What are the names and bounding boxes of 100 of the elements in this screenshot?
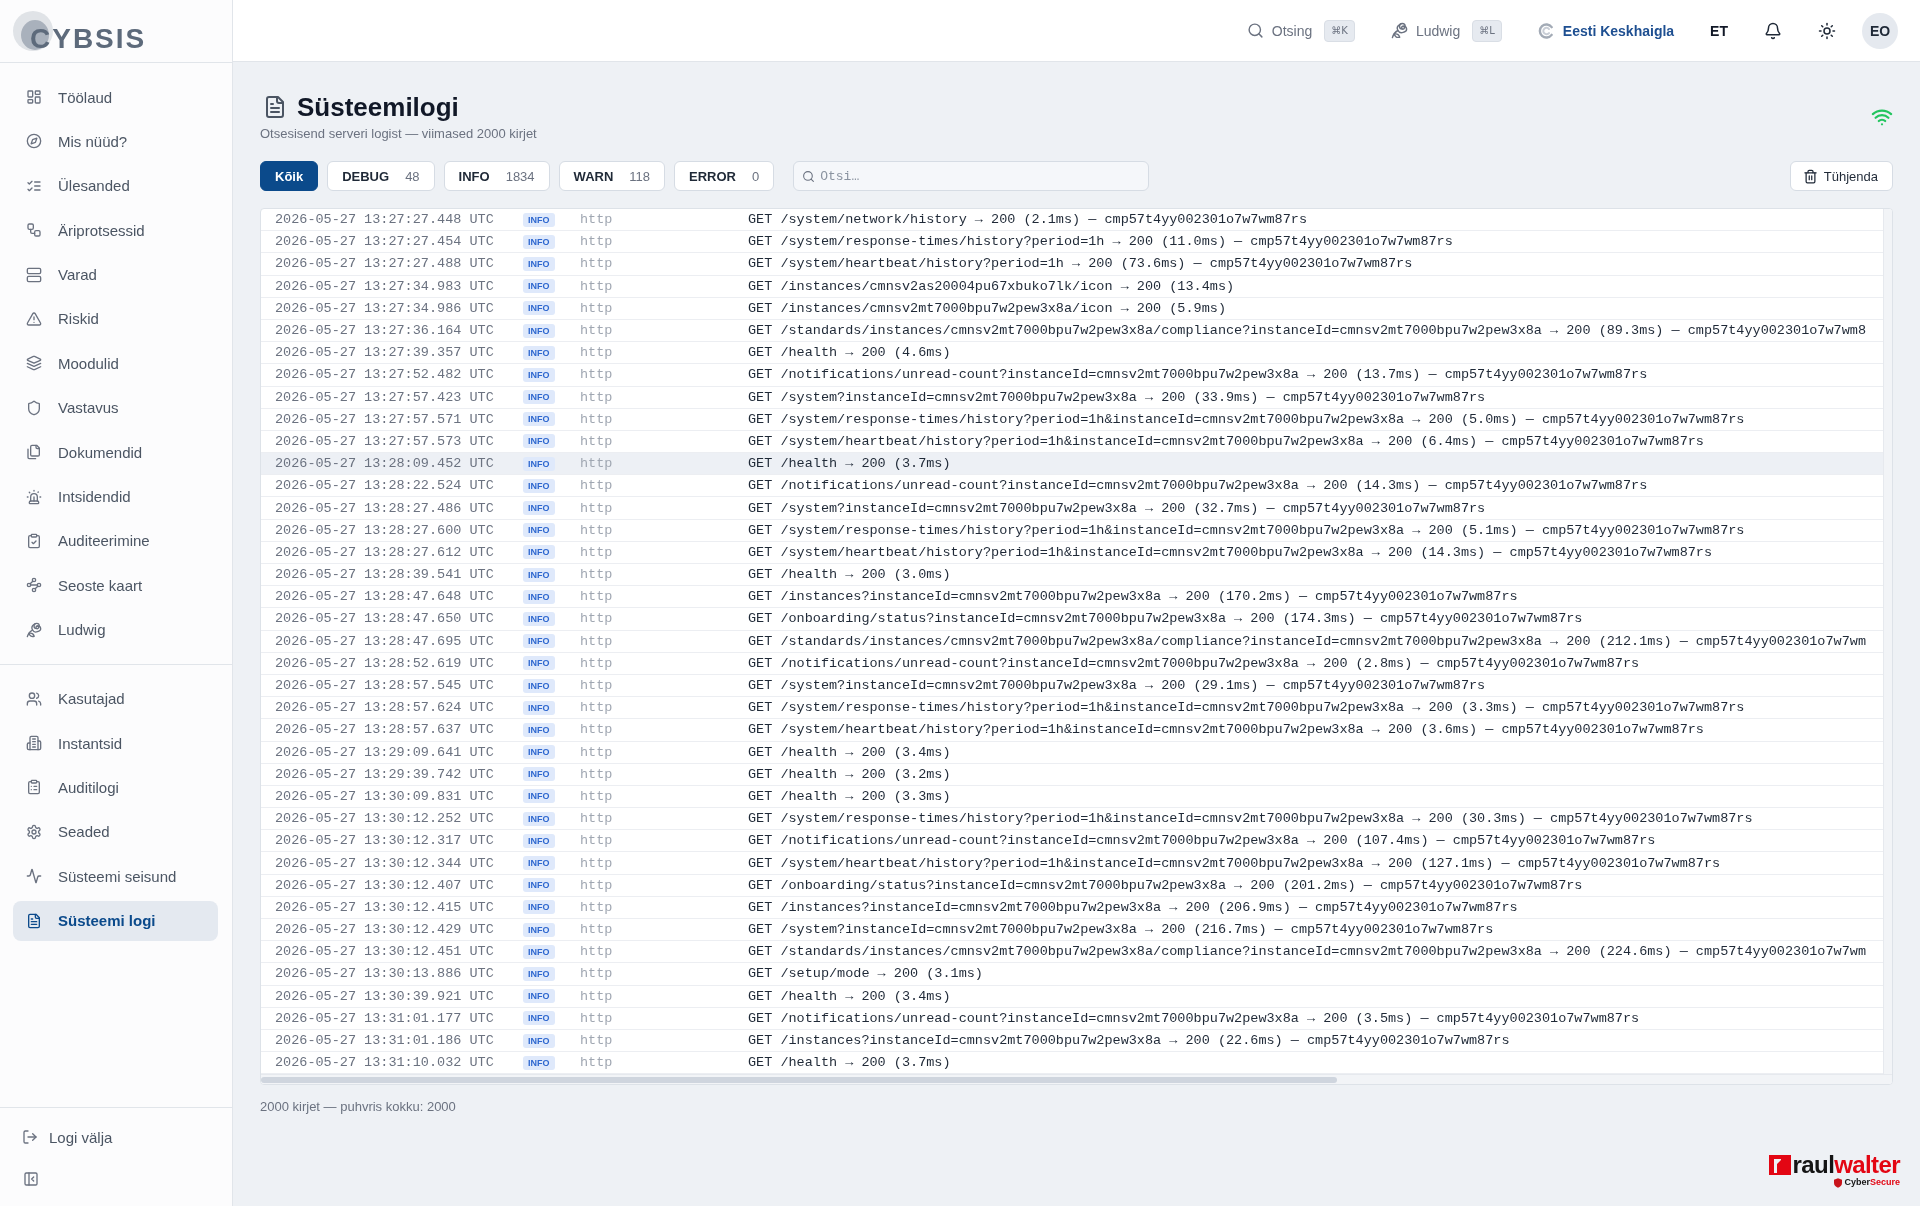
language-button[interactable]: ET xyxy=(1710,22,1728,39)
nav-item[interactable]: Instantsid xyxy=(13,723,218,764)
log-message: GET /system?instanceId=cmnsv2mt7000bpu7w2pew3x8a → 200 (216.7ms) — cmp57t4yy002301o7w7wm87rs xyxy=(748,922,1494,938)
log-source: http xyxy=(580,212,614,228)
nav-item[interactable]: Ülesanded xyxy=(13,165,218,206)
level-badge: INFO xyxy=(523,501,555,516)
level-badge: INFO xyxy=(523,323,555,338)
log-timestamp: 2026-05-27 13:27:57.423 UTC xyxy=(275,389,495,405)
log-message: GET /system/response-times/history?period=1h&instanceId=cmnsv2mt7000bpu7w2pew3x8a → 200 (5.0ms) — cmp57t4yy002301o7w7wm87rs xyxy=(748,411,1745,427)
nav-item[interactable]: Kasutajad xyxy=(13,678,218,719)
log-timestamp: 2026-05-27 13:28:09.452 UTC xyxy=(275,456,495,472)
nav-item[interactable]: Töölaud xyxy=(13,77,218,117)
log-source: http xyxy=(580,788,614,804)
log-source: http xyxy=(580,278,614,294)
log-message: GET /standards/instances/cmnsv2mt7000bpu7w2pew3x8a/compliance?instanceId=cmnsv2mt7000bpu7w2pew3x8a → 200 (212.1ms) — cmp57t4yy002301o7w7wm xyxy=(748,633,1866,649)
log-timestamp: 2026-05-27 13:30:12.451 UTC xyxy=(275,944,495,960)
log-message: GET /health → 200 (3.2ms) xyxy=(748,766,951,782)
filter-count: 118 xyxy=(629,168,651,184)
shield-icon xyxy=(26,399,42,416)
nav-item[interactable]: Mis nüüd? xyxy=(13,121,218,162)
nav-item[interactable]: Ludwig xyxy=(13,609,218,650)
log-source: http xyxy=(580,323,614,339)
entry-count-text: 2000 kirjet — puhvris kokku: 2000 xyxy=(260,1098,457,1117)
log-message: GET /system/heartbeat/history?period=1h&instanceId=cmnsv2mt7000bpu7w2pew3x8a → 200 (14.3ms) — cmp57t4yy002301o7w7wm87rs xyxy=(748,544,1713,560)
log-timestamp: 2026-05-27 13:29:39.742 UTC xyxy=(275,766,495,782)
log-timestamp: 2026-05-27 13:27:27.488 UTC xyxy=(275,256,495,272)
level-badge: INFO xyxy=(523,589,555,604)
log-source: http xyxy=(580,1055,614,1071)
logout-icon xyxy=(22,1129,38,1145)
building-icon xyxy=(26,735,42,752)
log-source: http xyxy=(580,655,614,671)
log-message: GET /health → 200 (4.6ms) xyxy=(748,345,951,361)
nav-item[interactable]: Moodulid xyxy=(13,343,218,384)
document-icon xyxy=(263,95,287,119)
nav-item[interactable]: Auditeerimine xyxy=(13,520,218,561)
log-timestamp: 2026-05-27 13:27:34.983 UTC xyxy=(275,278,495,294)
level-badge: INFO xyxy=(523,523,555,538)
filter-chip[interactable]: Kõik xyxy=(260,161,319,191)
log-timestamp: 2026-05-27 13:28:47.650 UTC xyxy=(275,611,495,627)
nav-item[interactable]: Varad xyxy=(13,254,218,295)
nav-item[interactable]: Seaded xyxy=(13,811,218,852)
log-source: http xyxy=(580,944,614,960)
log-timestamp: 2026-05-27 13:27:36.164 UTC xyxy=(275,323,495,339)
nav-item[interactable]: Äriprotsessid xyxy=(13,210,218,251)
users-icon xyxy=(26,690,42,707)
log-source: http xyxy=(580,300,614,316)
filter-count: 0 xyxy=(752,168,760,184)
filter-chip[interactable]: DEBUG 48 xyxy=(327,161,435,191)
log-source: http xyxy=(580,744,614,760)
search-button[interactable]: Otsing ⌘K xyxy=(1246,19,1355,42)
sun-icon xyxy=(1818,21,1836,40)
log-source: http xyxy=(580,500,614,516)
filter-chip[interactable]: ERROR 0 xyxy=(674,161,775,191)
rose-icon xyxy=(1390,22,1408,39)
log-message: GET /notifications/unread-count?instanceId=cmnsv2mt7000bpu7w2pew3x8a → 200 (13.7ms) — cmp57t4yy002301o7w7wm87rs xyxy=(748,367,1648,383)
vertical-scrollbar[interactable] xyxy=(1883,209,1892,1075)
log-source: http xyxy=(580,456,614,472)
level-badge: INFO xyxy=(523,412,555,427)
logout-link[interactable]: Logi välja xyxy=(22,1122,113,1152)
level-badge: INFO xyxy=(523,811,555,826)
level-badge: INFO xyxy=(523,656,555,671)
nav-item[interactable]: Süsteemi seisund xyxy=(13,856,218,897)
app-logo: CYBSIS xyxy=(13,11,147,54)
settings-icon xyxy=(26,823,42,840)
filter-chip[interactable]: WARN 118 xyxy=(558,161,666,191)
bell-icon xyxy=(1764,21,1782,40)
nav-item[interactable]: Süsteemi logi xyxy=(13,900,218,941)
log-message: GET /system/network/history → 200 (2.1ms) — cmp57t4yy002301o7w7wm87rs xyxy=(748,212,1307,228)
scrollbar-thumb[interactable] xyxy=(261,1077,1338,1084)
level-badge: INFO xyxy=(523,966,555,981)
log-timestamp: 2026-05-27 13:28:57.637 UTC xyxy=(275,722,495,738)
user-avatar[interactable]: EO xyxy=(1862,12,1898,49)
level-badge: INFO xyxy=(523,767,555,782)
filter-chip[interactable]: INFO 1834 xyxy=(443,161,550,191)
clear-button[interactable]: Tühjenda xyxy=(1789,161,1893,191)
log-source: http xyxy=(580,833,614,849)
nav-item[interactable]: Auditilogi xyxy=(13,767,218,808)
log-timestamp: 2026-05-27 13:31:01.186 UTC xyxy=(275,1033,495,1049)
organization-switcher[interactable]: Eesti Keskhaigla xyxy=(1537,22,1675,39)
log-source: http xyxy=(580,589,614,605)
nav-item[interactable]: Vastavus xyxy=(13,387,218,428)
nav-item[interactable]: Dokumendid xyxy=(13,432,218,473)
horizontal-scrollbar[interactable] xyxy=(261,1074,1892,1085)
page-title: Süsteemilogi xyxy=(297,91,459,123)
search-field[interactable]: Otsi… xyxy=(793,161,1150,191)
log-message: GET /system/response-times/history?period=1h&instanceId=cmnsv2mt7000bpu7w2pew3x8a → 200 (5.1ms) — cmp57t4yy002301o7w7wm87rs xyxy=(748,522,1745,538)
assistant-button[interactable]: Ludwig ⌘L xyxy=(1390,19,1502,42)
shortcut-key: ⌘L xyxy=(1472,19,1502,42)
nav-item[interactable]: Seoste kaart xyxy=(13,565,218,606)
level-badge: INFO xyxy=(523,1033,555,1048)
log-timestamp: 2026-05-27 13:30:12.429 UTC xyxy=(275,922,495,938)
log-timestamp: 2026-05-27 13:29:09.641 UTC xyxy=(275,744,495,760)
nav-item[interactable]: Intsidendid xyxy=(13,476,218,517)
nav-item[interactable]: Riskid xyxy=(13,298,218,339)
log-message: GET /health → 200 (3.7ms) xyxy=(748,1055,951,1071)
level-badge: INFO xyxy=(523,611,555,626)
dashboard-icon xyxy=(26,89,42,105)
log-source: http xyxy=(580,389,614,405)
log-timestamp: 2026-05-27 13:30:12.407 UTC xyxy=(275,877,495,893)
log-message: GET /notifications/unread-count?instanceId=cmnsv2mt7000bpu7w2pew3x8a → 200 (14.3ms) — cmp57t4yy002301o7w7wm87rs xyxy=(748,478,1648,494)
